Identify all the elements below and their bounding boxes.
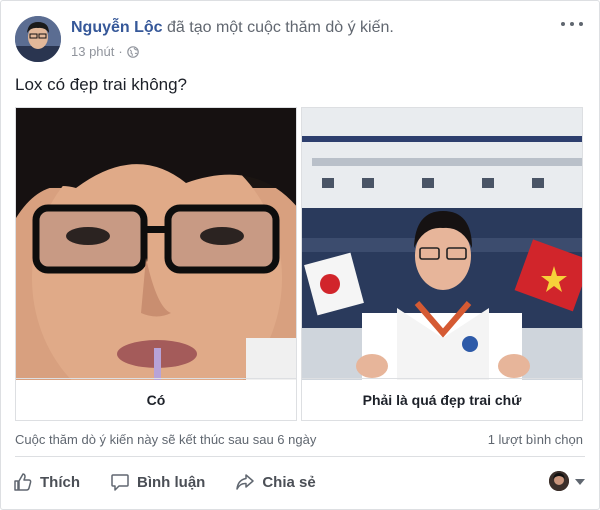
post-action-text: đã tạo một cuộc thăm dò ý kiến.	[167, 19, 394, 36]
like-label: Thích	[40, 473, 80, 491]
thumbs-up-icon	[14, 473, 32, 491]
action-bar: Thích Bình luận Chia sẻ	[13, 467, 346, 497]
comment-label: Bình luận	[137, 473, 206, 491]
share-button[interactable]: Chia sẻ	[235, 472, 316, 492]
author-name[interactable]: Nguyễn Lộc	[71, 19, 163, 36]
share-icon	[236, 474, 255, 490]
chevron-down-icon[interactable]	[575, 479, 585, 485]
poll-post-card: Nguyễn Lộc đã tạo một cuộc thăm dò ý kiế…	[0, 0, 600, 510]
comment-icon	[111, 474, 129, 491]
globe-icon[interactable]	[126, 45, 139, 58]
more-icon[interactable]	[561, 17, 583, 31]
share-label: Chia sẻ	[262, 473, 316, 491]
post-timestamp[interactable]: 13 phút	[71, 44, 114, 59]
option-2-label[interactable]: Phải là quá đẹp trai chứ	[302, 378, 582, 420]
option-1-photo	[16, 108, 296, 380]
option-1-label[interactable]: Có	[16, 378, 296, 420]
author-avatar[interactable]	[15, 16, 61, 62]
poll-option-2[interactable]: Phải là quá đẹp trai chứ	[301, 107, 583, 421]
like-button[interactable]: Thích	[13, 472, 80, 492]
comment-button[interactable]: Bình luận	[110, 472, 205, 492]
post-meta: 13 phút ·	[71, 44, 139, 59]
post-header: Nguyễn Lộc đã tạo một cuộc thăm dò ý kiế…	[71, 19, 394, 37]
vote-count[interactable]: 1 lượt bình chọn	[488, 432, 583, 447]
poll-option-1[interactable]: Có	[15, 107, 297, 421]
divider	[15, 456, 585, 457]
poll-question: Lox có đẹp trai không?	[15, 75, 188, 94]
viewer-avatar[interactable]	[549, 471, 569, 491]
poll-status: Cuộc thăm dò ý kiến này sẽ kết thúc sau …	[15, 432, 317, 447]
option-2-photo	[302, 108, 582, 380]
